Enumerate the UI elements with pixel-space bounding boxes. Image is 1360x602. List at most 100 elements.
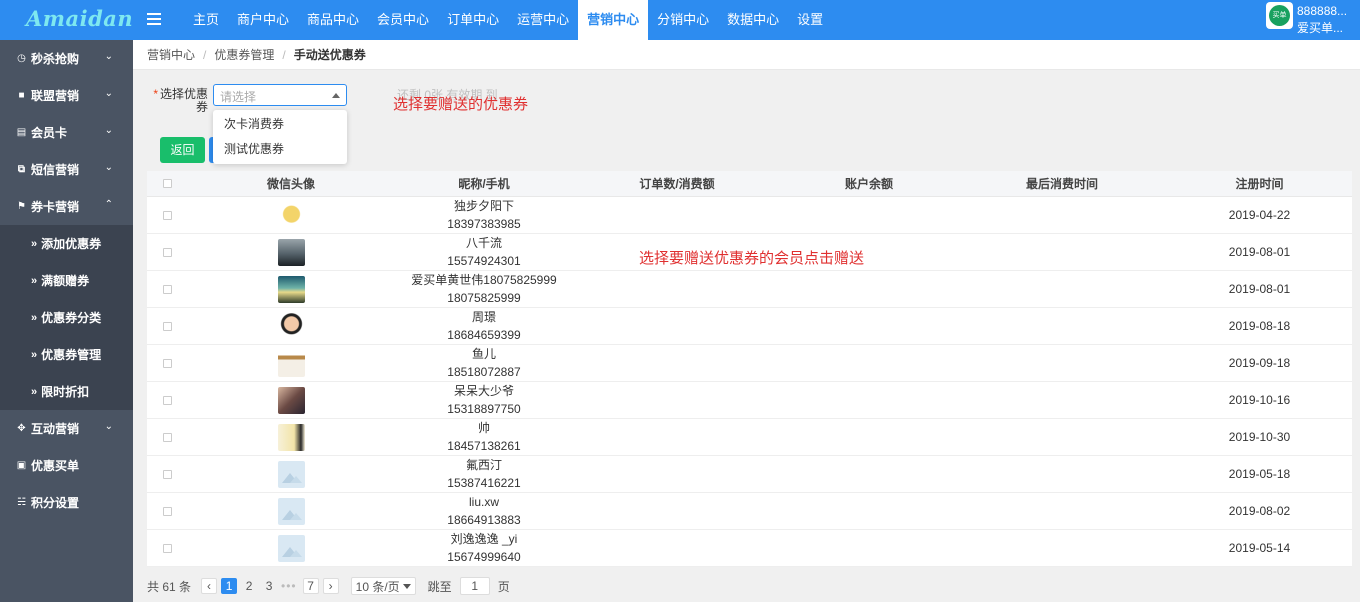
member-phone: 15674999640 [447, 550, 521, 564]
coupon-option[interactable]: 次卡消费券 [213, 112, 347, 137]
sidebar-sub-full-gift[interactable]: » 满额赠券 [0, 262, 133, 299]
back-button[interactable]: 返回 [160, 137, 205, 163]
row-checkbox[interactable] [162, 321, 172, 331]
pagination-total: 共 61 条 [147, 579, 192, 594]
nav-marketing[interactable]: 营销中心 [578, 0, 649, 40]
coupon-option[interactable]: 测试优惠券 [213, 137, 347, 162]
angle-right-icon: » [31, 348, 38, 361]
sidebar-item-sms[interactable]: ⧉ 短信营销 ⌄ [0, 151, 133, 188]
table-row[interactable]: 呆呆大少爷 15318897750 2019-10-16 [147, 382, 1352, 419]
name-phone-cell: 爱买单黄世伟18075825999 18075825999 [395, 271, 573, 307]
prev-page-button[interactable]: ‹ [201, 578, 218, 594]
row-select-cell [147, 395, 187, 405]
table-row[interactable]: 刘逸逸逸 _yi 15674999640 2019-05-14 [147, 530, 1352, 567]
sidebar-item-discount-pay[interactable]: ▣ 优惠买单 [0, 447, 133, 484]
jump-page-input[interactable]: 1 [459, 577, 490, 595]
row-checkbox[interactable] [162, 432, 172, 442]
sidebar-sub-coupon-category[interactable]: » 优惠券分类 [0, 299, 133, 336]
row-checkbox[interactable] [162, 395, 172, 405]
row-checkbox[interactable] [162, 543, 172, 553]
breadcrumb-marketing[interactable]: 营销中心 [147, 46, 195, 63]
row-checkbox[interactable] [162, 506, 172, 516]
nav-goods[interactable]: 商品中心 [298, 0, 368, 40]
sidebar-sub-time-discount[interactable]: » 限时折扣 [0, 373, 133, 410]
page-button[interactable]: 7 [302, 578, 319, 594]
row-checkbox[interactable] [162, 247, 172, 257]
page-button[interactable]: 1 [221, 578, 238, 594]
chevron-down-icon: ⌄ [104, 88, 113, 99]
page-size-select[interactable]: 10 条/页 [350, 577, 416, 595]
page-button[interactable]: 2 [241, 578, 257, 594]
table-row[interactable]: 爱买单黄世伟18075825999 18075825999 2019-08-01 [147, 271, 1352, 308]
angle-right-icon: » [31, 311, 38, 324]
sidebar-sub-add-coupon[interactable]: » 添加优惠券 [0, 225, 133, 262]
coupon-select[interactable]: 请选择 [213, 84, 347, 106]
table-row[interactable]: 氟西汀 15387416221 2019-05-18 [147, 456, 1352, 493]
row-checkbox[interactable] [162, 358, 172, 368]
member-phone: 18518072887 [447, 365, 521, 379]
nav-operation[interactable]: 运营中心 [508, 0, 578, 40]
nav-member[interactable]: 会员中心 [368, 0, 438, 40]
col-register: 注册时间 [1235, 177, 1284, 191]
user-menu[interactable]: 买单 888888... 爱买单... [1266, 2, 1360, 38]
nav-settings[interactable]: 设置 [788, 0, 832, 40]
member-table: 微信头像 昵称/手机 订单数/消费额 账户余额 最后消费时间 注册时间 独步夕阳… [147, 171, 1352, 567]
table-row[interactable]: 帅 18457138261 2019-10-30 [147, 419, 1352, 456]
register-date: 2019-08-18 [1228, 319, 1291, 333]
avatar-cell [187, 423, 395, 451]
nav-home[interactable]: 主页 [184, 0, 228, 40]
sidebar-item-member-card[interactable]: ▤ 会员卡 ⌄ [0, 114, 133, 151]
register-date: 2019-08-02 [1228, 504, 1291, 518]
nav-data[interactable]: 数据中心 [718, 0, 788, 40]
row-select-cell [147, 247, 187, 257]
avatar [277, 275, 305, 303]
sidebar-sub-label: 优惠券管理 [41, 348, 102, 362]
sidebar-sub-label: 满额赠券 [41, 274, 90, 288]
row-checkbox[interactable] [162, 284, 172, 294]
app-logo[interactable]: Amaidan [26, 6, 133, 31]
angle-right-icon: » [31, 237, 38, 250]
breadcrumb-coupon-manage[interactable]: 优惠券管理 [214, 46, 274, 63]
name-phone-cell: 氟西汀 15387416221 [395, 456, 573, 492]
table-row[interactable]: 周璟 18684659399 2019-08-18 [147, 308, 1352, 345]
avatar [277, 312, 305, 340]
briefcase-icon: ▣ [16, 460, 27, 471]
table-row[interactable]: 独步夕阳下 18397383985 2019-04-22 [147, 197, 1352, 234]
pagination-ellipsis[interactable]: ••• [281, 579, 297, 593]
sidebar-item-label: 联盟营销 [31, 89, 80, 103]
breadcrumb-separator: / [203, 47, 207, 62]
sidebar-item-points[interactable]: ☵ 积分设置 [0, 484, 133, 521]
avatar [277, 238, 305, 266]
chevron-down-icon: ⌄ [104, 125, 113, 136]
sidebar-item-label: 短信营销 [31, 163, 80, 177]
page-button[interactable]: 3 [261, 578, 277, 594]
sidebar-item-interactive[interactable]: ✥ 互动营销 ⌄ [0, 410, 133, 447]
member-nickname: 八千流 [465, 236, 502, 250]
select-all-checkbox[interactable] [162, 179, 172, 188]
next-page-button[interactable]: › [322, 578, 339, 594]
register-date: 2019-10-30 [1228, 430, 1291, 444]
row-checkbox[interactable] [162, 210, 172, 220]
avatar-cell [187, 201, 395, 229]
sidebar-item-coupon[interactable]: ⚑ 券卡营销 ⌃ [0, 188, 133, 225]
page-size-value: 10 条/页 [355, 579, 400, 594]
col-balance: 账户余额 [844, 177, 893, 191]
member-nickname: liu.xw [468, 495, 499, 509]
avatar-cell [187, 497, 395, 525]
register-date: 2019-10-16 [1228, 393, 1291, 407]
sidebar-item-alliance[interactable]: ■ 联盟营销 ⌄ [0, 77, 133, 114]
avatar-cell [187, 534, 395, 562]
row-checkbox[interactable] [162, 469, 172, 479]
nav-merchant[interactable]: 商户中心 [228, 0, 298, 40]
table-row[interactable]: 鱼儿 18518072887 2019-09-18 [147, 345, 1352, 382]
coupon-dropdown: 次卡消费券 测试优惠券 [213, 110, 347, 164]
member-nickname: 氟西汀 [465, 458, 502, 472]
sidebar-sub-coupon-manage[interactable]: » 优惠券管理 [0, 336, 133, 373]
table-row[interactable]: liu.xw 18664913883 2019-08-02 [147, 493, 1352, 530]
nav-order[interactable]: 订单中心 [438, 0, 508, 40]
menu-toggle-icon[interactable] [147, 13, 161, 25]
jump-label: 跳至 [427, 579, 452, 594]
sidebar-item-flash-sale[interactable]: ◷ 秒杀抢购 ⌄ [0, 40, 133, 77]
user-account: 888888... [1297, 4, 1348, 18]
nav-distribution[interactable]: 分销中心 [648, 0, 718, 40]
